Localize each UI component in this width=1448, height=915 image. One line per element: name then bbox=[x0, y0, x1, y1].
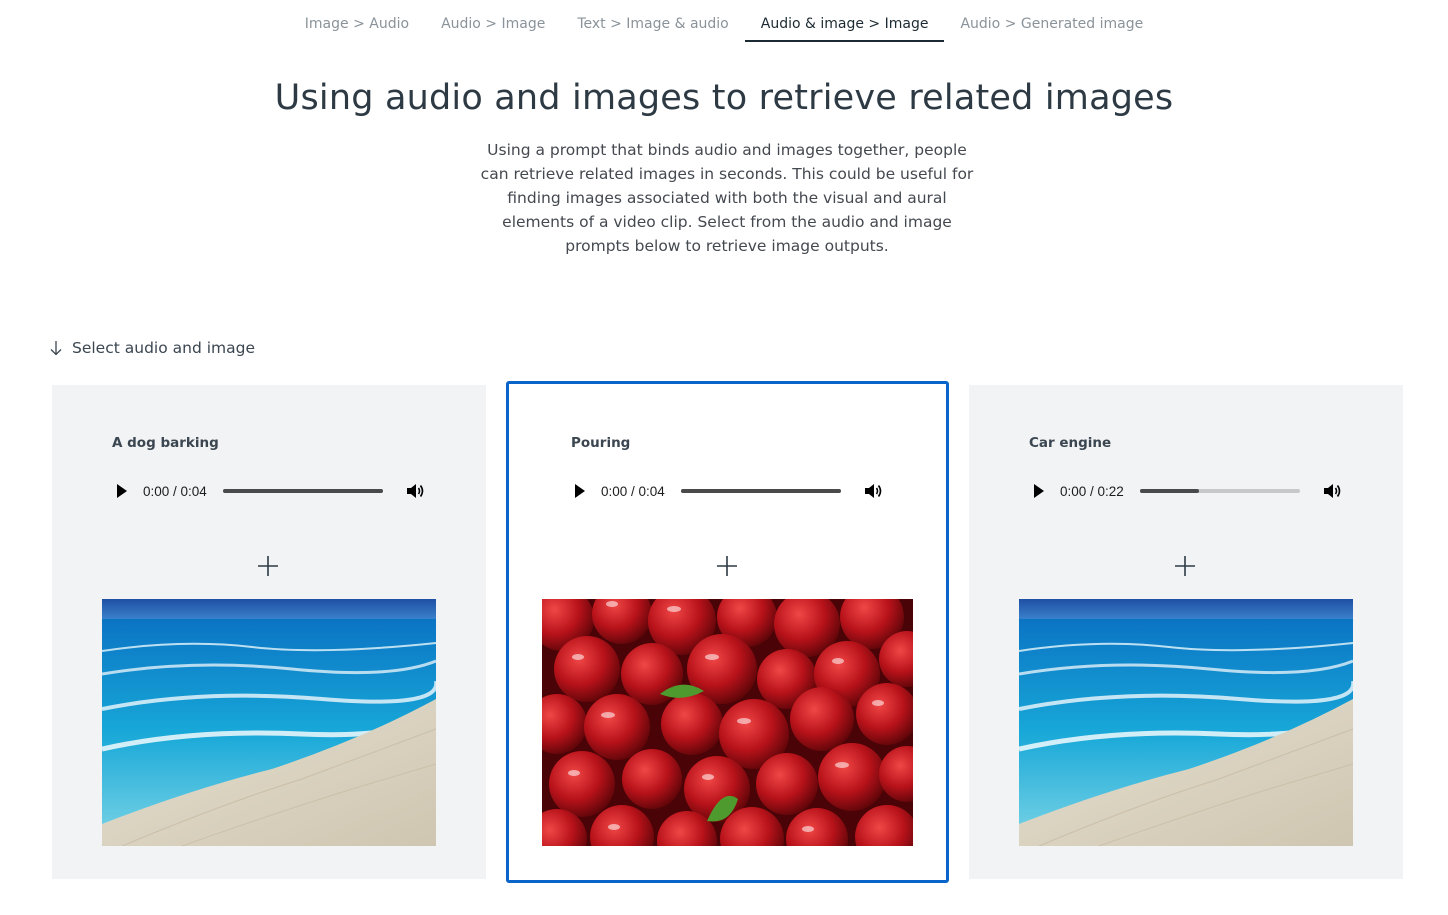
volume-button[interactable] bbox=[1322, 480, 1344, 502]
tab-audio-to-image[interactable]: Audio > Image bbox=[425, 0, 561, 42]
play-icon bbox=[117, 484, 127, 498]
card-title: Pouring bbox=[571, 435, 631, 451]
tab-audio-image-to-image[interactable]: Audio & image > Image bbox=[744, 0, 945, 42]
audio-time: 0:00 / 0:04 bbox=[601, 483, 665, 499]
plus-icon bbox=[717, 556, 737, 576]
card-title: A dog barking bbox=[112, 435, 219, 451]
audio-time: 0:00 / 0:04 bbox=[143, 483, 207, 499]
play-button[interactable] bbox=[110, 479, 134, 503]
volume-icon bbox=[864, 484, 882, 498]
beach-image bbox=[1019, 599, 1353, 846]
prompt-card-dog-barking[interactable]: A dog barking 0:00 / 0:04 bbox=[52, 385, 486, 879]
audio-time: 0:00 / 0:22 bbox=[1060, 483, 1124, 499]
audio-player: 0:00 / 0:22 bbox=[1027, 475, 1353, 507]
page-description: Using a prompt that binds audio and imag… bbox=[480, 141, 974, 255]
audio-progress-bar[interactable] bbox=[680, 489, 841, 493]
plus-icon bbox=[1175, 556, 1195, 576]
play-button[interactable] bbox=[1027, 479, 1051, 503]
tab-audio-to-generated-image[interactable]: Audio > Generated image bbox=[944, 0, 1159, 42]
audio-progress-fill bbox=[1139, 489, 1199, 493]
audio-player: 0:00 / 0:04 bbox=[568, 475, 894, 507]
volume-icon bbox=[1323, 484, 1341, 498]
tab-bar: Image > Audio Audio > Image Text > Image… bbox=[0, 0, 1448, 42]
tab-text-to-image-audio[interactable]: Text > Image & audio bbox=[561, 0, 744, 42]
volume-button[interactable] bbox=[405, 480, 427, 502]
tab-image-to-audio[interactable]: Image > Audio bbox=[289, 0, 425, 42]
prompt-card-pouring[interactable]: Pouring 0:00 / 0:04 bbox=[506, 381, 949, 883]
card-title: Car engine bbox=[1029, 435, 1112, 451]
section-label-text: Select audio and image bbox=[72, 339, 255, 357]
arrow-down-icon bbox=[50, 341, 62, 356]
beach-image bbox=[102, 599, 436, 846]
prompt-card-car-engine[interactable]: Car engine 0:00 / 0:22 bbox=[969, 385, 1403, 879]
page: Image > Audio Audio > Image Text > Image… bbox=[0, 0, 1448, 915]
volume-icon bbox=[406, 484, 424, 498]
audio-progress-bar[interactable] bbox=[1139, 489, 1300, 493]
red-apples-image bbox=[542, 599, 913, 846]
play-icon bbox=[575, 484, 585, 498]
page-title: Using audio and images to retrieve relat… bbox=[274, 78, 1174, 118]
audio-progress-bar[interactable] bbox=[222, 489, 383, 493]
audio-progress-fill bbox=[222, 489, 383, 493]
play-button[interactable] bbox=[568, 479, 592, 503]
section-label: Select audio and image bbox=[49, 339, 255, 357]
plus-icon bbox=[258, 556, 278, 576]
volume-button[interactable] bbox=[863, 480, 885, 502]
audio-player: 0:00 / 0:04 bbox=[110, 475, 436, 507]
play-icon bbox=[1034, 484, 1044, 498]
audio-progress-fill bbox=[680, 489, 841, 493]
